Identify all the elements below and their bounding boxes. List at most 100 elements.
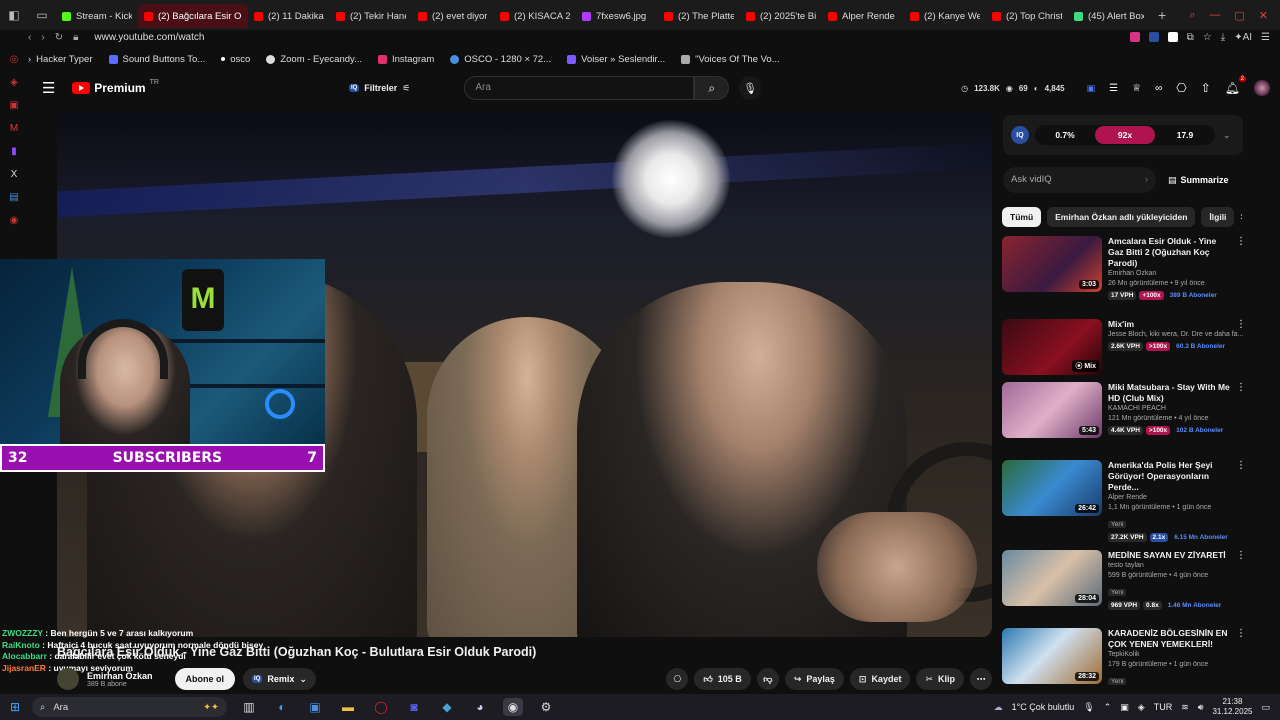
account-avatar[interactable] [1254,80,1271,96]
browser-tab[interactable]: Stream - Kick [56,4,138,28]
more-vertical-icon[interactable]: ⋮ [1236,460,1246,471]
extension-icon[interactable] [1148,32,1159,42]
microphone-icon[interactable]: 🎙︎ [1083,702,1094,713]
bookmark-item[interactable]: osco [221,54,250,65]
recommended-video[interactable]: 28:32 KARADENİZ BÖLGESİNİN EN ÇOK YENEN … [1002,628,1246,688]
video-title[interactable]: Miki Matsubara - Stay With Me HD (Club M… [1108,382,1246,404]
file-explorer-icon[interactable]: ▬ [338,698,358,716]
more-vertical-icon[interactable]: ⋮ [1236,236,1246,247]
weather-icon[interactable]: ☁ [994,702,1003,713]
tray-chevron-icon[interactable]: ⌃ [1104,702,1112,713]
list-icon[interactable]: ☰ [1109,83,1118,94]
sidebar-app-icon[interactable]: ◈ [10,77,18,88]
sidebar-app-icon[interactable]: ▣ [9,100,18,111]
search-button[interactable]: ⌕ [694,76,730,100]
video-thumbnail[interactable]: 3:03 [1002,236,1102,292]
maximize-icon[interactable]: ▢ [1234,9,1244,22]
wifi-icon[interactable]: ≋ [1181,702,1189,713]
share-button[interactable]: ↪ Paylaş [784,668,844,690]
voice-search-button[interactable]: 🎙︎ [739,76,762,100]
browser-tab-active[interactable]: (2) Bağcılara Esir Olduk [138,4,248,28]
notifications-bell-icon[interactable]: 🔔︎ 2 [1225,76,1247,95]
tab-overview-icon[interactable]: ▭ [28,0,56,30]
chevron-right-icon[interactable]: › [1145,174,1148,186]
trophy-icon[interactable]: ♕ [1132,83,1141,94]
sidebar-app-icon[interactable]: ▤ [9,192,18,203]
browser-menu-icon[interactable]: ◧ [0,0,28,30]
chip-uploader[interactable]: Emirhan Özkan adlı yükleyiciden [1047,207,1196,227]
taskbar-search[interactable]: ⌕ Ara ✦✦ [32,697,227,717]
channel-name[interactable]: Alper Rende [1108,493,1246,503]
browser-tab[interactable]: (2) Tekir Hane [330,4,412,28]
more-vertical-icon[interactable]: ⋮ [1236,319,1246,330]
summarize-button[interactable]: ▤ Summarize [1168,175,1229,186]
browser-tab[interactable]: (2) The Platter [658,4,740,28]
browser-tab[interactable]: (2) Top Christ [986,4,1068,28]
more-vertical-icon[interactable]: ⋮ [1236,382,1246,393]
ask-vidiq-input[interactable]: Ask vidIQ › [1003,167,1156,193]
task-view-icon[interactable]: ▥ [239,698,259,716]
sidebar-app-icon[interactable]: ◉ [10,215,19,226]
video-thumbnail[interactable]: ⦿ Mix [1002,319,1102,375]
recommended-video[interactable]: 26:42 Amerika'da Polis Her Şeyi Görüyor!… [1002,460,1246,542]
extension-icon[interactable] [1129,32,1140,42]
browser-tab[interactable]: (2) Kanye We [904,4,986,28]
channel-name[interactable]: testo taylan [1108,561,1246,571]
bookmark-item[interactable]: › Hacker Typer [28,54,93,65]
extension-icon[interactable] [1167,32,1178,42]
browser-tab[interactable]: Alper Rende [822,4,904,28]
browser-tab[interactable]: (2) 2025'te Bi [740,4,822,28]
video-thumbnail[interactable]: 28:04 [1002,550,1102,606]
bookmark-item[interactable]: Instagram [378,54,434,65]
edge-icon[interactable]: ◐ [272,698,292,716]
channel-name[interactable]: Emirhan Özkan [1108,269,1246,279]
hamburger-menu-icon[interactable]: ☰ [42,79,60,97]
tray-app-icon[interactable]: ▣ [1120,702,1129,713]
bookmark-item[interactable]: Zoom - Eyecandy... [266,54,362,65]
vidiq-icon[interactable]: ▣ [1087,83,1096,94]
dislike-button[interactable]: 👎︎ [756,668,779,690]
opera-icon[interactable]: ◯ [371,698,391,716]
channel-name[interactable]: KAMACHI PEACH [1108,404,1246,414]
video-title[interactable]: MEDİNE SAYAN EV ZİYARETİ [1108,550,1246,561]
back-arrow-icon[interactable]: ‹ [28,32,31,43]
volume-icon[interactable]: 🔊︎ [1198,702,1204,713]
subscribe-button[interactable]: Abone ol [174,668,236,690]
more-actions-button[interactable]: ⋯ [970,668,992,690]
download-icon[interactable]: ⤓ [1221,32,1225,43]
video-title[interactable]: KARADENİZ BÖLGESİNİN EN ÇOK YENEN YEMEKL… [1108,628,1246,650]
puzzle-icon[interactable]: ⧉ [1187,32,1194,43]
save-button[interactable]: ⊡ Kaydet [849,668,911,690]
steam-icon[interactable]: ◕ [470,698,490,716]
aria-ai-button[interactable]: ✦AI [1234,32,1252,43]
bookmark-item[interactable]: "Voices Of The Vo... [681,54,780,65]
chip-related[interactable]: İlgili [1201,207,1235,227]
bookmark-item[interactable]: OSCO - 1280 × 72... [450,54,551,65]
bookmark-item[interactable]: Voiser » Seslendir... [567,54,665,65]
like-button[interactable]: 👍︎ 105 B [694,668,751,690]
search-input[interactable]: Ara [464,76,695,100]
recommended-video[interactable]: 3:03 Amcalara Esir Olduk - Yine Gaz Bitt… [1002,236,1246,300]
upload-icon[interactable]: ⇧ [1201,81,1211,95]
notification-center-icon[interactable]: ▭ [1261,702,1270,713]
search-tabs-icon[interactable]: ⌕ [1189,9,1195,22]
minimize-icon[interactable]: — [1209,9,1220,22]
link-icon[interactable]: ∞ [1155,83,1162,94]
gamepad-icon[interactable]: ⎔ [666,668,689,690]
youtube-logo[interactable]: Premium TR [72,79,159,95]
sidebar-app-icon[interactable]: M [10,123,18,134]
clip-button[interactable]: ✂ Klip [916,668,964,690]
tray-app-icon[interactable]: ◈ [1138,702,1145,713]
twitch-icon[interactable]: ▮ [11,146,17,157]
channel-name[interactable]: Jesse Bloch, kiki wera, Dr. Dre ve daha … [1108,330,1246,340]
weather-text[interactable]: 1°C Çok bulutlu [1012,702,1075,712]
video-title[interactable]: Amcalara Esir Olduk - Yine Gaz Bitti 2 (… [1108,236,1246,269]
sidebar-app-icon[interactable]: ◎ [10,54,19,65]
forward-arrow-icon[interactable]: › [41,32,44,43]
video-title[interactable]: Amerika'da Polis Her Şeyi Görüyor! Opera… [1108,460,1246,493]
recommended-video[interactable]: 5:43 Miki Matsubara - Stay With Me HD (C… [1002,382,1246,438]
video-thumbnail[interactable]: 26:42 [1002,460,1102,516]
browser-tab[interactable]: 7fxesw6.jpg [576,4,658,28]
browser-tab[interactable]: (2) 11 Dakikad [248,4,330,28]
x-icon[interactable]: X [11,169,18,180]
